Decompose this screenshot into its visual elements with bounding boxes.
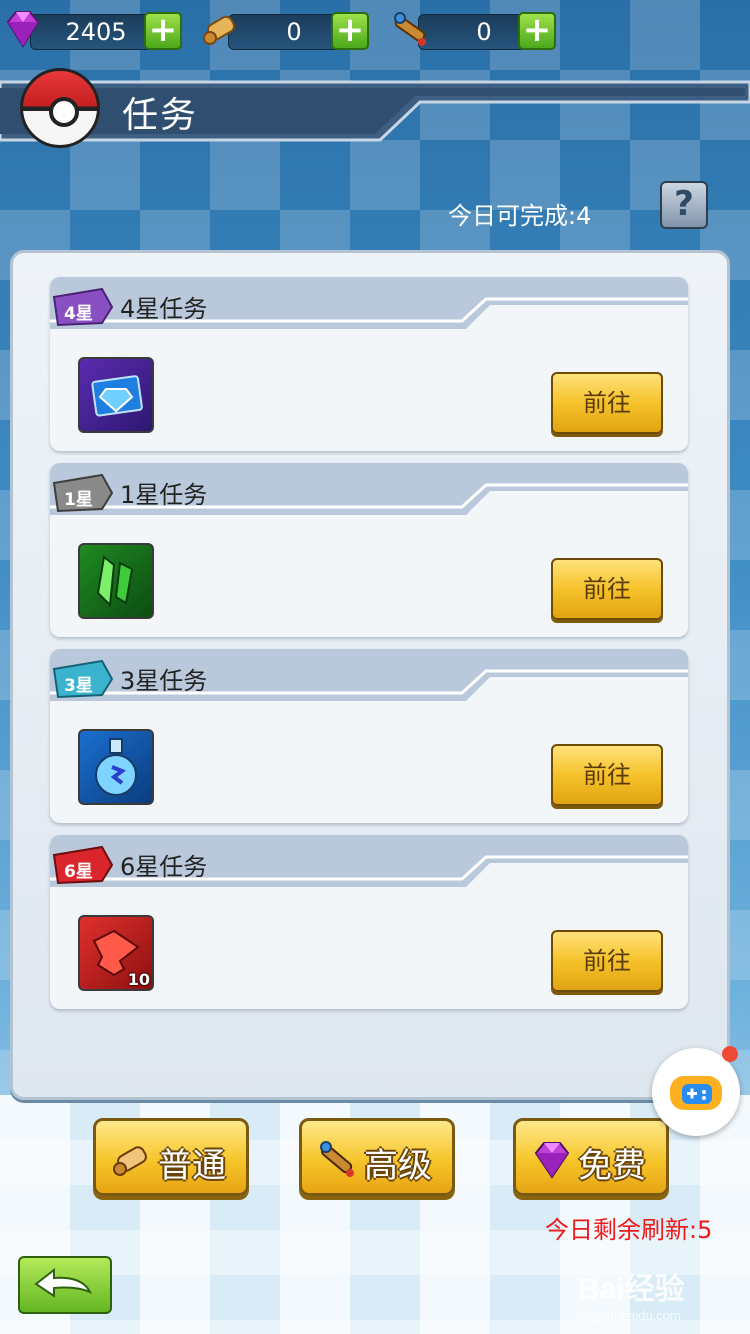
back-arrow-icon	[34, 1267, 93, 1298]
watermark: Bai经验 jingyan.baidu.com	[576, 1264, 685, 1323]
game-center-button[interactable]	[652, 1046, 740, 1136]
add-scrolls-button[interactable]: +	[331, 12, 369, 50]
gem-icon	[6, 11, 40, 48]
go-button[interactable]: 前往	[551, 930, 663, 992]
reward-quantity: 10	[127, 970, 150, 989]
go-button[interactable]: 前往	[551, 744, 663, 806]
button-label: 高级	[364, 1146, 432, 1186]
task-card: 3星 3星任务 前往	[50, 649, 688, 823]
page-title: 任务	[122, 95, 199, 136]
task-card: 6星 6星任务 10 前往	[50, 835, 688, 1009]
add-gems-button[interactable]: +	[144, 12, 182, 50]
button-label: 免费	[578, 1146, 646, 1186]
gem-card-icon	[78, 357, 154, 433]
potion-bottle-icon	[78, 729, 154, 805]
normal-refresh-button[interactable]: 普通	[93, 1118, 249, 1196]
pokeball-icon	[20, 68, 100, 148]
go-button[interactable]: 前往	[551, 558, 663, 620]
go-button[interactable]: 前往	[551, 372, 663, 434]
task-name: 4星任务	[120, 295, 208, 323]
title-band	[0, 74, 750, 144]
task-card: 1星 1星任务 前往	[50, 463, 688, 637]
green-crystal-icon	[78, 543, 154, 619]
button-label: 普通	[158, 1146, 226, 1186]
add-telescopes-button[interactable]: +	[518, 12, 556, 50]
task-name: 6星任务	[120, 853, 208, 881]
back-button[interactable]	[18, 1256, 112, 1314]
telescope-icon	[394, 12, 426, 46]
free-refresh-button[interactable]: 免费	[513, 1118, 669, 1196]
watermark-sub: jingyan.baidu.com	[576, 1308, 681, 1323]
advanced-refresh-button[interactable]: 高级	[299, 1118, 455, 1196]
notification-dot	[722, 1046, 738, 1062]
today-completable: 今日可完成:4	[448, 202, 592, 230]
star-badge	[52, 287, 114, 327]
red-puzzle-icon: 10	[78, 915, 154, 991]
resource-bar: 2405 + 0 + 0 +	[0, 0, 750, 62]
task-name: 3星任务	[120, 667, 208, 695]
help-button[interactable]: ?	[660, 181, 708, 229]
telescope-icon	[320, 1141, 354, 1177]
remaining-refresh-text: 今日剩余刷新:5	[545, 1216, 713, 1244]
star-badge	[52, 473, 114, 513]
task-card: 4星 4星任务 前往	[50, 277, 688, 451]
star-badge	[52, 659, 114, 699]
scroll-icon	[113, 1146, 147, 1176]
watermark-main: Bai经验	[578, 1273, 685, 1306]
gem-icon	[534, 1142, 570, 1179]
gem-count: 2405	[30, 14, 162, 50]
scroll-icon	[203, 15, 236, 45]
star-badge	[52, 845, 114, 885]
task-name: 1星任务	[120, 481, 208, 509]
